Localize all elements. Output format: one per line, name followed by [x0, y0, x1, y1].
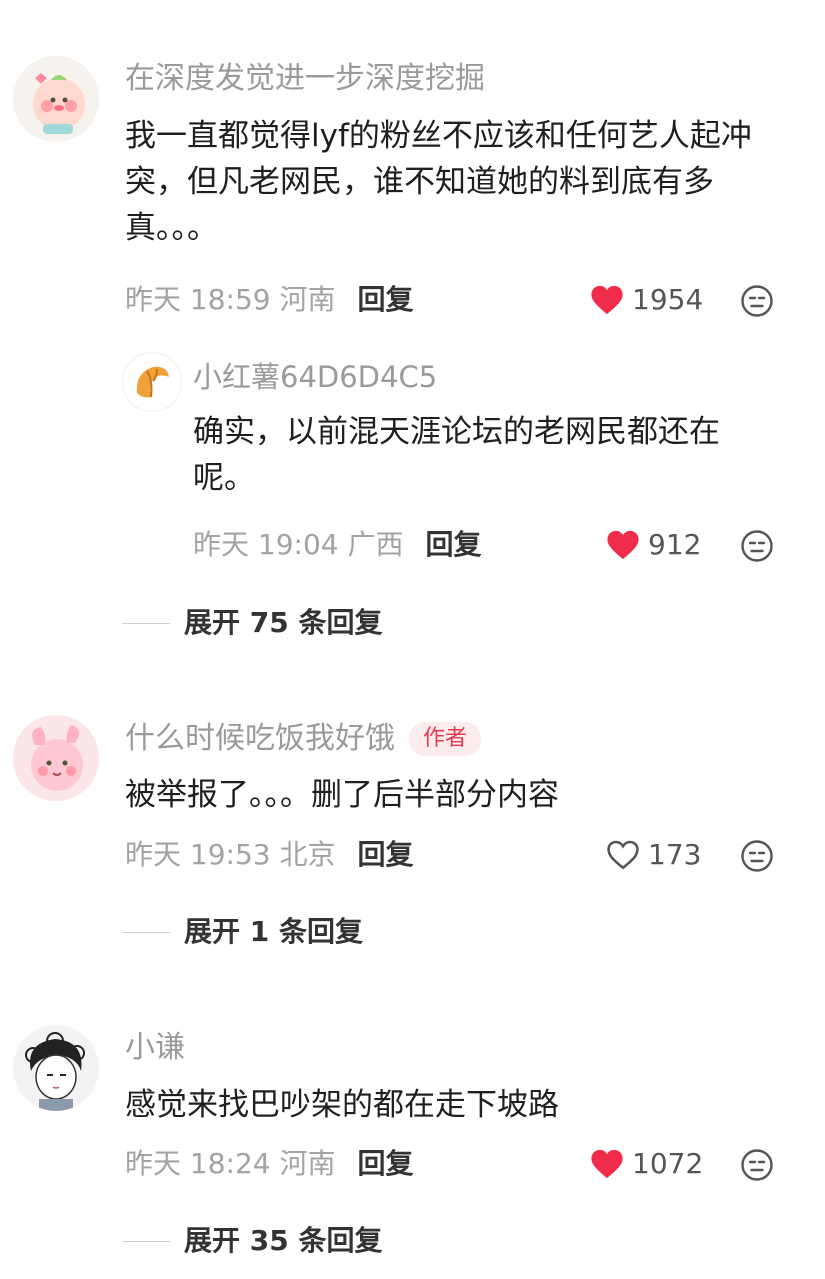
author-badge: 作者 — [409, 722, 482, 756]
neutral-face-icon — [741, 1149, 773, 1181]
comment-text: 我一直都觉得lyf的粉丝不应该和任何艺人起冲突，但凡老网民，谁不知道她的料到底有… — [125, 118, 752, 246]
comment-username[interactable]: 什么时候吃饭我好饿 — [125, 719, 395, 759]
comment-username[interactable]: 在深度发觉进一步深度挖掘 — [125, 59, 485, 99]
comment-meta: 昨天 18:24 河南 — [125, 1146, 336, 1182]
avatar[interactable] — [13, 56, 99, 142]
comment-meta: 昨天 19:53 北京 — [125, 837, 336, 873]
reply-location: 广西 — [347, 528, 404, 561]
reply-button[interactable]: 回复 — [358, 1146, 414, 1182]
avatar[interactable] — [13, 715, 99, 801]
heart-filled-icon — [591, 285, 623, 315]
comment-location: 河南 — [279, 283, 336, 316]
heart-filled-icon — [591, 1149, 623, 1179]
comment-time: 昨天 19:53 — [125, 838, 271, 871]
pink-bunny-avatar-icon — [13, 715, 99, 801]
like-button[interactable]: 1954 — [590, 282, 703, 318]
emoji-react-button[interactable] — [740, 1148, 774, 1186]
reply-button[interactable]: 回复 — [358, 282, 414, 318]
reply-time: 昨天 19:04 — [193, 528, 339, 561]
expand-replies-button[interactable]: 展开 1 条回复 — [122, 914, 363, 950]
neutral-face-icon — [741, 285, 773, 317]
curly-hair-girl-avatar-icon — [13, 1025, 99, 1111]
comment-text: 被举报了。。。删了后半部分内容 — [125, 777, 559, 813]
emoji-react-button[interactable] — [740, 284, 774, 322]
comment-time: 昨天 18:24 — [125, 1147, 271, 1180]
reply-button[interactable]: 回复 — [426, 527, 482, 563]
expand-replies-button[interactable]: 展开 75 条回复 — [122, 605, 382, 641]
croissant-avatar-icon — [136, 366, 169, 398]
emoji-react-button[interactable] — [740, 529, 774, 567]
neutral-face-icon — [741, 530, 773, 562]
reply-username[interactable]: 小红薯64D6D4C5 — [193, 357, 437, 397]
avatar[interactable] — [13, 1025, 99, 1111]
expand-replies-button[interactable]: 展开 35 条回复 — [122, 1223, 382, 1259]
avatar[interactable] — [122, 352, 182, 412]
like-count: 1072 — [632, 1147, 704, 1180]
comment-username[interactable]: 小谦 — [125, 1028, 185, 1068]
reply-meta: 昨天 19:04 广西 — [193, 527, 404, 563]
reply-text: 确实，以前混天涯论坛的老网民都还在呢。 — [193, 414, 720, 496]
peach-avatar-icon — [13, 56, 99, 142]
comment-meta: 昨天 18:59 河南 — [125, 282, 336, 318]
expand-replies-label: 展开 35 条回复 — [184, 1224, 383, 1257]
like-count: 1954 — [632, 283, 704, 316]
like-count: 173 — [648, 838, 702, 871]
expand-replies-label: 展开 75 条回复 — [184, 606, 383, 639]
like-button[interactable]: 173 — [606, 837, 701, 873]
reply-button[interactable]: 回复 — [358, 837, 414, 873]
divider — [122, 622, 170, 624]
like-button[interactable]: 912 — [606, 527, 701, 563]
heart-outline-icon — [607, 840, 639, 870]
comment-text: 感觉来找巴吵架的都在走下坡路 — [125, 1087, 559, 1123]
heart-filled-icon — [607, 530, 639, 560]
divider — [122, 931, 170, 933]
neutral-face-icon — [741, 840, 773, 872]
expand-replies-label: 展开 1 条回复 — [184, 915, 363, 948]
comment-location: 河南 — [279, 1147, 336, 1180]
like-count: 912 — [648, 528, 702, 561]
comment-time: 昨天 18:59 — [125, 283, 271, 316]
emoji-react-button[interactable] — [740, 839, 774, 877]
divider — [122, 1240, 170, 1242]
comment-location: 北京 — [279, 838, 336, 871]
like-button[interactable]: 1072 — [590, 1146, 703, 1182]
